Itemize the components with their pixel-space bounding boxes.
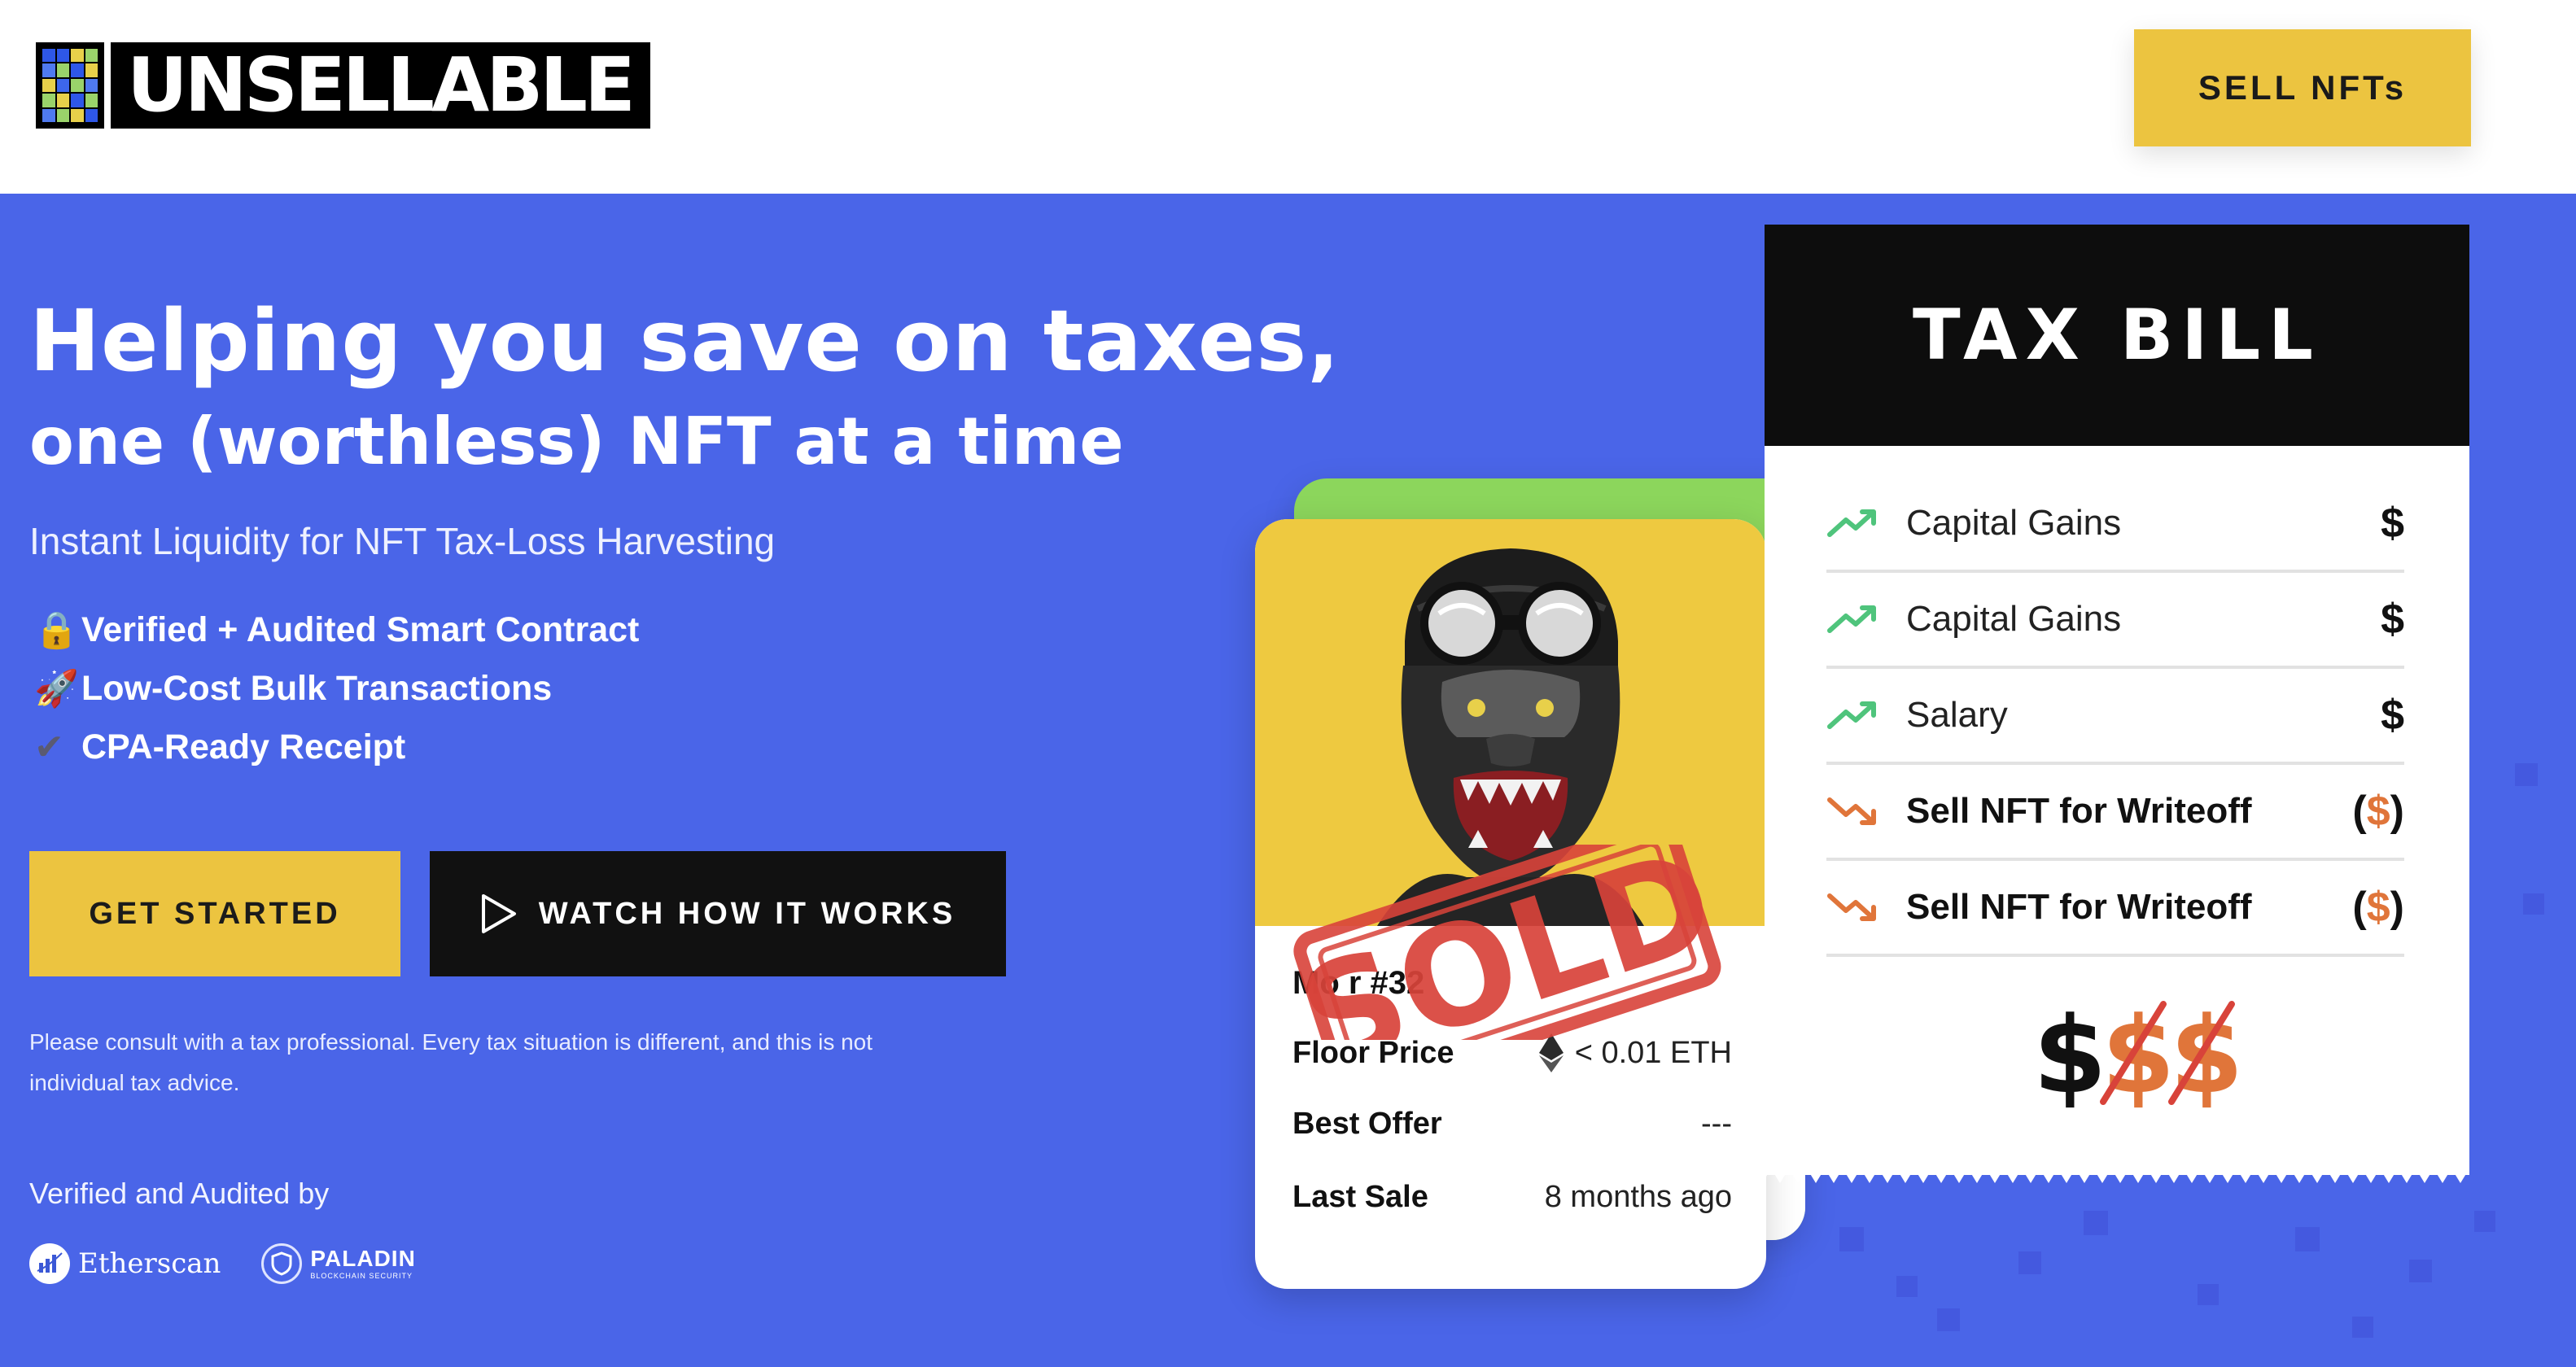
headline-line-1: Helping you save on taxes,: [29, 291, 1340, 391]
bill-row: Capital Gains $: [1826, 573, 2404, 669]
floor-price-value: < 0.01 ETH: [1574, 1035, 1732, 1070]
trend-up-icon: [1827, 509, 1876, 537]
bill-row: Salary $: [1826, 669, 2404, 765]
paladin-name: PALADIN: [310, 1246, 416, 1271]
play-icon: [481, 894, 516, 933]
bill-row-label: Sell NFT for Writeoff: [1906, 887, 2252, 927]
bill-row-amount: $: [2381, 692, 2404, 739]
trend-down-icon: [1827, 797, 1876, 825]
lock-icon: 🔒: [34, 610, 79, 650]
checkmark-icon: ✔: [34, 727, 64, 767]
trend-up-icon: [1827, 605, 1876, 633]
feature-text: CPA-Ready Receipt: [81, 727, 406, 766]
last-sale-row: Last Sale 8 months ago: [1292, 1180, 1732, 1215]
feature-item: 🔒 Verified + Audited Smart Contract: [34, 601, 639, 659]
rocket-icon: 🚀: [34, 669, 79, 709]
pixel-decoration: [2295, 1227, 2320, 1251]
best-offer-row: Best Offer ---: [1292, 1107, 1732, 1142]
bill-row: Sell NFT for Writeoff ($): [1826, 765, 2404, 861]
pixel-decoration: [2018, 1251, 2041, 1274]
auditor-logos: Etherscan PALADIN BLOCKCHAIN SECURITY: [29, 1243, 457, 1284]
bill-total: $ $ $: [2033, 996, 2243, 1110]
paladin-logo[interactable]: PALADIN BLOCKCHAIN SECURITY: [261, 1243, 415, 1284]
bill-row-label: Salary: [1906, 695, 2008, 735]
bill-row: Capital Gains $: [1826, 477, 2404, 573]
verified-by-label: Verified and Audited by: [29, 1177, 330, 1210]
tax-bill-title: TAX BILL: [1765, 225, 2469, 446]
bill-row-label: Sell NFT for Writeoff: [1906, 791, 2252, 831]
pixel-logo-icon: [36, 42, 104, 129]
pixel-decoration: [2409, 1260, 2432, 1282]
last-sale-value: 8 months ago: [1544, 1180, 1732, 1214]
tax-bill-receipt: TAX BILL Capital Gains $ Capital Gains $…: [1729, 225, 2469, 1201]
pixel-decoration: [2474, 1211, 2495, 1232]
paladin-tagline: BLOCKCHAIN SECURITY: [310, 1272, 413, 1280]
feature-item: 🚀 Low-Cost Bulk Transactions: [34, 659, 639, 718]
total-dollar: $: [2033, 996, 2106, 1110]
bill-row-label: Capital Gains: [1906, 503, 2122, 543]
trend-up-icon: [1827, 701, 1876, 729]
feature-text: Verified + Audited Smart Contract: [81, 609, 640, 649]
pixel-decoration: [1937, 1308, 1960, 1331]
trend-down-icon: [1827, 893, 1876, 921]
pixel-decoration: [1839, 1227, 1864, 1251]
get-started-button[interactable]: GET STARTED: [29, 851, 400, 976]
sold-stamp: SOLD: [1283, 845, 1733, 1040]
watch-button-label: WATCH HOW IT WORKS: [538, 896, 956, 931]
pixel-decoration: [2523, 893, 2544, 915]
best-offer-value: ---: [1701, 1107, 1732, 1141]
brand-logo[interactable]: UNSELLABLE: [36, 42, 650, 129]
headline-line-2: one (worthless) NFT at a time: [29, 404, 1124, 479]
pixel-decoration: [2352, 1317, 2373, 1338]
bill-row-label: Capital Gains: [1906, 599, 2122, 639]
etherscan-icon: [29, 1243, 70, 1284]
pixel-decoration: [1896, 1276, 1918, 1297]
receipt-torn-edge: [1765, 1168, 2469, 1183]
pixel-decoration: [2198, 1284, 2219, 1305]
last-sale-label: Last Sale: [1292, 1180, 1428, 1214]
feature-text: Low-Cost Bulk Transactions: [81, 668, 553, 708]
feature-item: ✔ CPA-Ready Receipt: [34, 718, 639, 776]
sell-nfts-button[interactable]: SELL NFTs: [2134, 29, 2471, 146]
floor-price-label: Floor Price: [1292, 1035, 1454, 1070]
bill-row-amount: ($): [2352, 788, 2404, 835]
etherscan-logo[interactable]: Etherscan: [29, 1243, 221, 1284]
pixel-decoration: [2515, 763, 2538, 786]
site-header: UNSELLABLE SELL NFTs: [0, 0, 2576, 194]
best-offer-label: Best Offer: [1292, 1107, 1442, 1141]
feature-list: 🔒 Verified + Audited Smart Contract 🚀 Lo…: [34, 601, 639, 776]
tax-disclaimer: Please consult with a tax professional. …: [29, 1029, 873, 1095]
bill-row-amount: ($): [2352, 884, 2404, 931]
watch-video-button[interactable]: WATCH HOW IT WORKS: [430, 851, 1006, 976]
total-dollar-struck: $: [2170, 996, 2243, 1110]
brand-name: UNSELLABLE: [111, 42, 650, 129]
bill-row: Sell NFT for Writeoff ($): [1826, 861, 2404, 957]
hero-subtitle: Instant Liquidity for NFT Tax-Loss Harve…: [29, 520, 776, 562]
bill-row-amount: $: [2381, 500, 2404, 547]
total-dollar-struck: $: [2101, 996, 2175, 1110]
bill-row-amount: $: [2381, 596, 2404, 643]
pixel-decoration: [2084, 1211, 2108, 1235]
hero-section: Helping you save on taxes, one (worthles…: [0, 194, 2576, 1367]
shield-icon: [261, 1243, 303, 1284]
etherscan-name: Etherscan: [78, 1247, 221, 1280]
